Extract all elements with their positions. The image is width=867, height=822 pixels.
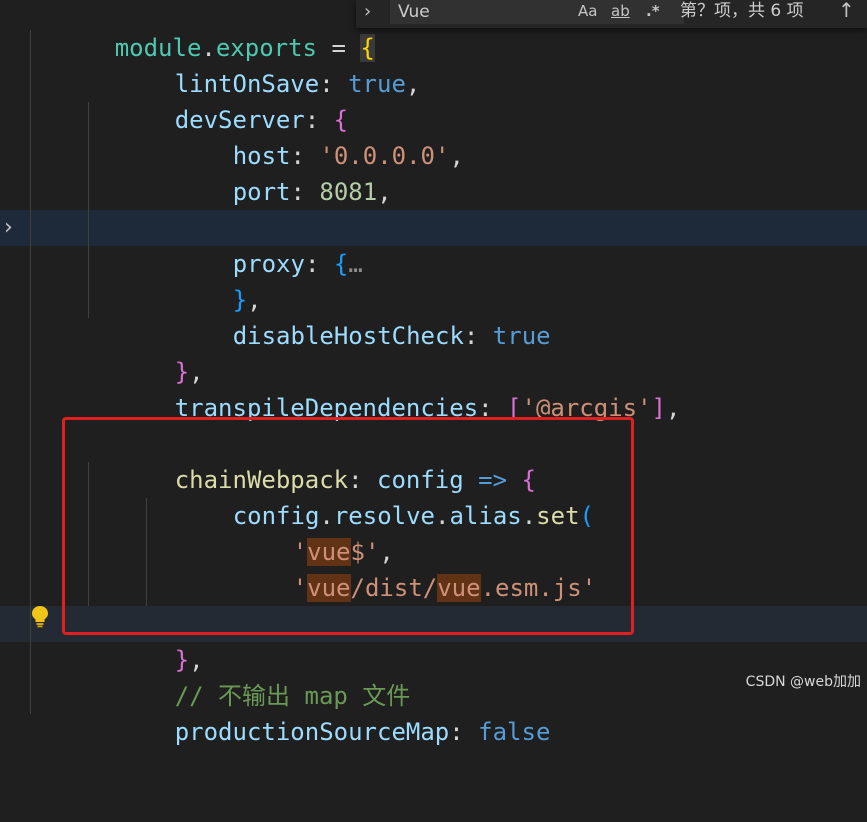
token: false bbox=[478, 718, 551, 746]
match-case-option[interactable]: Aa bbox=[578, 0, 597, 24]
code-line: transpileDependencies: ['@arcgis'], bbox=[0, 354, 867, 422]
code-line: open: true, bbox=[0, 174, 867, 242]
indent-guide bbox=[30, 390, 31, 426]
indent-guide bbox=[88, 210, 89, 246]
indent-guide bbox=[30, 642, 31, 678]
code-line: // 不输出 map 文件 bbox=[0, 642, 867, 710]
indent-guide bbox=[30, 138, 31, 174]
code-line: lintOnSave: true, bbox=[0, 30, 867, 98]
arrow-up-icon[interactable]: ↑ bbox=[838, 0, 855, 22]
indent-guide bbox=[30, 570, 31, 606]
code-editor[interactable]: module.exports = { lintOnSave: true, dev… bbox=[0, 0, 867, 746]
indent-guide bbox=[30, 66, 31, 102]
code-line-folded[interactable]: › proxy: {… bbox=[0, 210, 867, 278]
watermark: CSDN @web加加 bbox=[745, 674, 861, 690]
indent-guide bbox=[30, 282, 31, 318]
code-line: host: '0.0.0.0', bbox=[0, 102, 867, 170]
indent-guide bbox=[30, 210, 31, 246]
indent-guide bbox=[30, 174, 31, 210]
indent-guide bbox=[88, 174, 89, 210]
find-widget: › Vue Aa ab .* 第？项，共 6 项 ↑ bbox=[356, 0, 867, 28]
use-regex-option[interactable]: .* bbox=[646, 0, 660, 24]
indent-guide bbox=[30, 318, 31, 354]
code-line: }, bbox=[0, 318, 867, 386]
code-line: productionSourceMap: false bbox=[0, 678, 867, 746]
match-count: 第？项，共 6 项 bbox=[680, 1, 804, 21]
chevron-right-icon[interactable]: › bbox=[4, 210, 13, 246]
code-line: disableHostCheck: true bbox=[0, 282, 867, 350]
indent-guide bbox=[30, 534, 31, 570]
code-line: devServer: { bbox=[0, 66, 867, 134]
token: productionSourceMap bbox=[174, 718, 450, 746]
indent-guide bbox=[88, 282, 89, 318]
code-line: port: 8081, bbox=[0, 138, 867, 206]
indent-guide bbox=[30, 102, 31, 138]
indent-guide bbox=[88, 138, 89, 174]
indent-guide bbox=[30, 426, 31, 462]
indent-guide bbox=[30, 354, 31, 390]
indent-guide bbox=[30, 246, 31, 282]
code-line: }, bbox=[0, 246, 867, 314]
match-whole-word-option[interactable]: ab bbox=[611, 0, 630, 24]
lightbulb-icon[interactable] bbox=[30, 604, 50, 628]
indent-guide bbox=[30, 678, 31, 714]
chevron-right-icon[interactable]: › bbox=[364, 0, 384, 28]
token: : bbox=[449, 718, 479, 746]
find-input[interactable]: Vue bbox=[390, 0, 684, 24]
annotation-highlight-box bbox=[62, 417, 634, 635]
indent-guide bbox=[88, 246, 89, 282]
indent-guide bbox=[88, 102, 89, 138]
indent-guide bbox=[30, 498, 31, 534]
indent-guide bbox=[30, 30, 31, 66]
indent-guide bbox=[30, 462, 31, 498]
